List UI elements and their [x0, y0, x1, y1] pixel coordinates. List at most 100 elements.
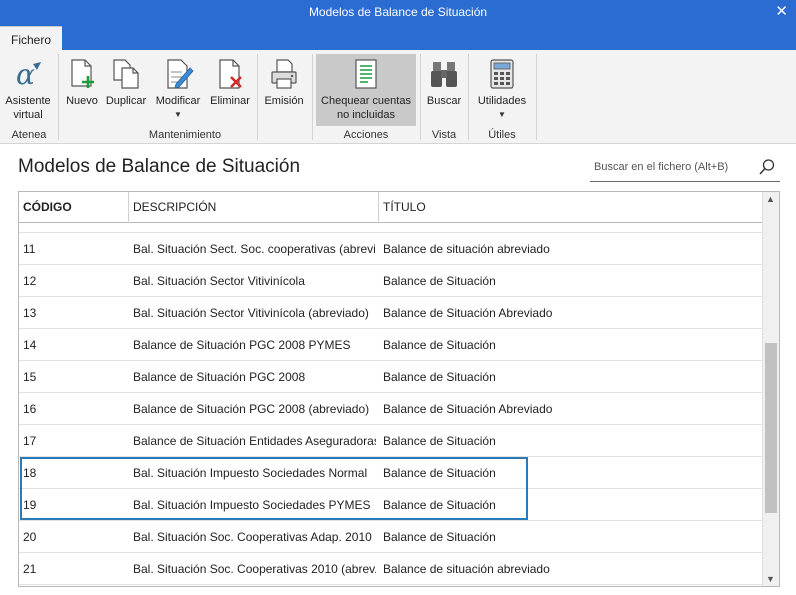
modificar-button[interactable]: Modificar ▼ [151, 54, 205, 126]
ribbon-separator [257, 54, 258, 140]
chequear-cuentas-label: Chequear cuentas no incluidas [321, 95, 411, 121]
utilidades-button[interactable]: Utilidades ▼ [471, 54, 533, 126]
cell-code: 17 [23, 434, 37, 448]
cell-code: 19 [23, 498, 37, 512]
cell-code: 20 [23, 530, 37, 544]
group-vista: Buscar Vista [421, 50, 467, 144]
ribbon: α Asistente virtual Atenea Nuevo Duplica… [0, 50, 796, 144]
cell-code: 13 [23, 306, 37, 320]
svg-text:α: α [16, 58, 35, 90]
column-header-codigo[interactable]: CÓDIGO [19, 192, 129, 223]
binoculars-icon [431, 62, 457, 87]
table-row[interactable]: 20 Bal. Situación Soc. Cooperativas Adap… [19, 521, 762, 553]
window-title: Modelos de Balance de Situación [308, 5, 488, 19]
cell-description: Bal. Situación Impuesto Sociedades PYMES [133, 498, 371, 512]
scrollbar-thumb[interactable] [765, 343, 777, 513]
cell-title: Balance de Situación [383, 370, 496, 384]
search-box [590, 154, 780, 182]
eliminar-button[interactable]: Eliminar [207, 54, 253, 126]
cell-description: Bal. Situación Sector Vitivinícola [133, 274, 305, 288]
page-title: Modelos de Balance de Situación [18, 156, 301, 177]
duplicate-icon [113, 59, 139, 89]
cell-description: Bal. Situación Impuesto Sociedades Norma… [133, 466, 368, 480]
cell-code: 15 [23, 370, 37, 384]
table-row[interactable]: 21 Bal. Situación Soc. Cooperativas 2010… [19, 553, 762, 585]
vertical-scrollbar[interactable]: ▲ ▼ [762, 192, 779, 586]
cell-description: Bal. Situación Soc. Cooperativas Adap. 2… [133, 530, 372, 544]
table-row[interactable]: 19 Bal. Situación Impuesto Sociedades PY… [19, 489, 762, 521]
group-label-atenea: Atenea [11, 129, 47, 141]
cell-description: Balance de Situación Entidades Asegurado… [133, 434, 376, 448]
table-row[interactable]: 14 Balance de Situación PGC 2008 PYMES B… [19, 329, 762, 361]
emision-button[interactable]: Emisión [261, 54, 307, 126]
cell-title: Balance de Situación Abreviado [383, 306, 553, 320]
search-icon[interactable] [758, 158, 776, 176]
cell-code: 21 [23, 562, 37, 576]
cell-description: Balance de Situación PGC 2008 PYMES [133, 338, 351, 352]
scroll-up-icon[interactable]: ▲ [766, 194, 775, 204]
cell-title: Balance de situación abreviado [383, 242, 550, 256]
table-row[interactable]: 18 Bal. Situación Impuesto Sociedades No… [19, 457, 762, 489]
buscar-label: Buscar [426, 95, 462, 107]
column-header-titulo[interactable]: TÍTULO [379, 192, 762, 223]
new-document-icon [71, 59, 94, 88]
tab-bar: Fichero [0, 24, 796, 50]
cell-title: Balance de Situación [383, 434, 496, 448]
nuevo-label: Nuevo [66, 95, 98, 107]
ribbon-separator [536, 54, 537, 140]
table-row[interactable]: 15 Balance de Situación PGC 2008 Balance… [19, 361, 762, 393]
table-row[interactable]: 16 Balance de Situación PGC 2008 (abrevi… [19, 393, 762, 425]
group-mantenimiento: Nuevo Duplicar Modificar ▼ Eliminar Emis… [59, 50, 311, 144]
table-row[interactable]: 12 Bal. Situación Sector Vitivinícola Ba… [19, 265, 762, 297]
asistente-virtual-label: Asistente virtual [5, 95, 51, 121]
cell-code: 16 [23, 402, 37, 416]
group-label-mantenimiento: Mantenimiento [148, 129, 222, 141]
group-label-vista: Vista [431, 129, 457, 141]
printer-icon [271, 59, 297, 89]
close-icon[interactable]: ✕ [775, 2, 788, 20]
group-label-acciones: Acciones [343, 129, 389, 141]
scroll-down-icon[interactable]: ▼ [766, 574, 775, 584]
table-row[interactable]: 11 Bal. Situación Sect. Soc. cooperativa… [19, 233, 762, 265]
chequear-cuentas-button[interactable]: Chequear cuentas no incluidas [316, 54, 416, 126]
table-row[interactable] [19, 223, 762, 233]
duplicar-label: Duplicar [105, 95, 147, 107]
group-label-utiles: Útiles [488, 129, 516, 141]
eliminar-label: Eliminar [210, 95, 250, 107]
cell-description: Bal. Situación Sector Vitivinícola (abre… [133, 306, 369, 320]
cell-title: Balance de situación abreviado [383, 562, 550, 576]
delete-document-icon [219, 59, 242, 89]
buscar-button[interactable]: Buscar [423, 54, 465, 126]
duplicar-button[interactable]: Duplicar [103, 54, 149, 126]
alpha-icon: α [16, 58, 41, 90]
chevron-down-icon: ▼ [174, 110, 182, 119]
cell-code: 18 [23, 466, 37, 480]
cell-title: Balance de Situación [383, 338, 496, 352]
asistente-virtual-button[interactable]: α Asistente virtual [0, 54, 56, 126]
cell-code: 12 [23, 274, 37, 288]
group-acciones: Chequear cuentas no incluidas Acciones [313, 50, 419, 144]
cell-title: Balance de Situación [383, 274, 496, 288]
tab-fichero[interactable]: Fichero [0, 26, 62, 50]
cell-code: 14 [23, 338, 37, 352]
table-header: CÓDIGO DESCRIPCIÓN TÍTULO [19, 192, 762, 223]
emision-label: Emisión [264, 95, 304, 107]
group-utiles: Utilidades ▼ Útiles [469, 50, 535, 144]
cell-description: Balance de Situación PGC 2008 (abreviado… [133, 402, 370, 416]
cell-title: Balance de Situación [383, 530, 496, 544]
cell-code: 11 [23, 242, 36, 256]
check-list-icon [355, 59, 377, 89]
search-input[interactable] [594, 158, 754, 176]
data-grid: CÓDIGO DESCRIPCIÓN TÍTULO 11 Bal. Situac… [18, 191, 780, 587]
column-header-descripcion[interactable]: DESCRIPCIÓN [129, 192, 379, 223]
cell-title: Balance de Situación [383, 498, 496, 512]
cell-description: Bal. Situación Sect. Soc. cooperativas (… [133, 242, 376, 256]
nuevo-button[interactable]: Nuevo [63, 54, 101, 126]
cell-title: Balance de Situación Abreviado [383, 402, 553, 416]
table-row[interactable]: 17 Balance de Situación Entidades Asegur… [19, 425, 762, 457]
table-row[interactable]: 13 Bal. Situación Sector Vitivinícola (a… [19, 297, 762, 329]
chevron-down-icon: ▼ [498, 110, 506, 119]
edit-document-icon [167, 59, 194, 89]
modificar-label: Modificar [155, 95, 201, 107]
cell-description: Bal. Situación Soc. Cooperativas 2010 (a… [133, 562, 376, 576]
